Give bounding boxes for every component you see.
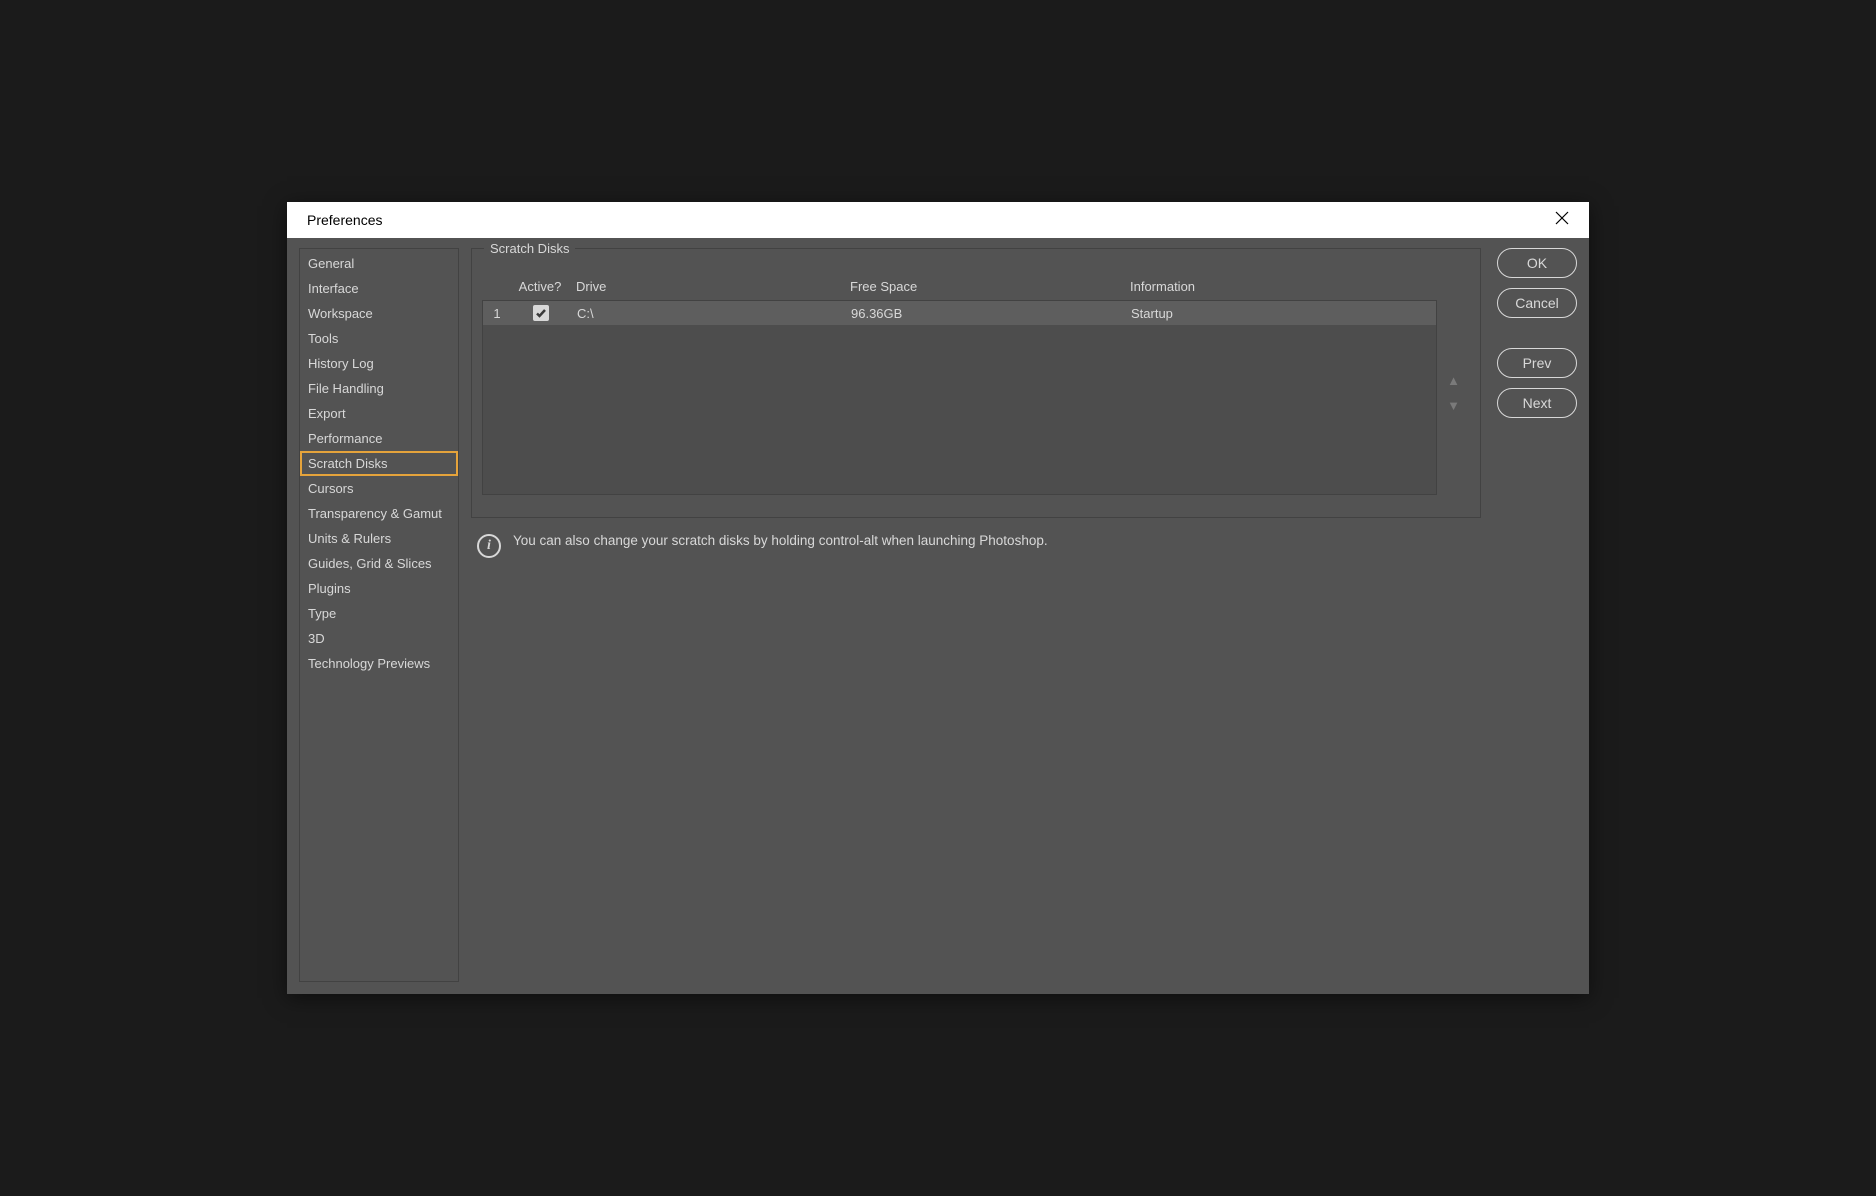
header-drive: Drive: [570, 279, 850, 294]
header-active: Active?: [510, 279, 570, 294]
preferences-sidebar: General Interface Workspace Tools Histor…: [299, 248, 459, 982]
main-content: Scratch Disks Active? Drive Free Space I…: [471, 248, 1485, 982]
hint-row: i You can also change your scratch disks…: [471, 518, 1481, 558]
row-index: 1: [483, 306, 511, 321]
reorder-arrows: ▲ ▼: [1437, 279, 1470, 507]
close-icon: [1555, 211, 1569, 225]
sidebar-item-cursors[interactable]: Cursors: [300, 476, 458, 501]
preferences-dialog: Preferences General Interface Workspace …: [287, 202, 1589, 994]
sidebar-item-export[interactable]: Export: [300, 401, 458, 426]
fieldset-title: Scratch Disks: [484, 241, 575, 256]
scratch-disks-table: Active? Drive Free Space Information 1: [482, 279, 1437, 507]
sidebar-item-units-rulers[interactable]: Units & Rulers: [300, 526, 458, 551]
header-index: [482, 279, 510, 294]
move-up-button[interactable]: ▲: [1447, 373, 1460, 388]
prev-button[interactable]: Prev: [1497, 348, 1577, 378]
checkmark-icon: [535, 307, 547, 319]
info-icon: i: [477, 534, 501, 558]
header-freespace: Free Space: [850, 279, 1130, 294]
button-column: OK Cancel Prev Next: [1497, 248, 1577, 982]
table-row[interactable]: 1 C:\ 96.36GB Startup: [483, 301, 1436, 325]
table-header: Active? Drive Free Space Information: [482, 279, 1437, 300]
close-button[interactable]: [1547, 207, 1577, 234]
sidebar-item-3d[interactable]: 3D: [300, 626, 458, 651]
sidebar-item-interface[interactable]: Interface: [300, 276, 458, 301]
cancel-button[interactable]: Cancel: [1497, 288, 1577, 318]
scratch-disks-fieldset: Scratch Disks Active? Drive Free Space I…: [471, 248, 1481, 518]
sidebar-item-performance[interactable]: Performance: [300, 426, 458, 451]
sidebar-item-type[interactable]: Type: [300, 601, 458, 626]
dialog-title: Preferences: [307, 212, 382, 228]
hint-text: You can also change your scratch disks b…: [513, 532, 1048, 551]
sidebar-item-history-log[interactable]: History Log: [300, 351, 458, 376]
row-freespace: 96.36GB: [851, 306, 1131, 321]
row-active-cell: [511, 305, 571, 321]
dialog-titlebar: Preferences: [287, 202, 1589, 238]
sidebar-item-technology-previews[interactable]: Technology Previews: [300, 651, 458, 676]
row-drive: C:\: [571, 306, 851, 321]
sidebar-item-scratch-disks[interactable]: Scratch Disks: [300, 451, 458, 476]
row-information: Startup: [1131, 306, 1436, 321]
ok-button[interactable]: OK: [1497, 248, 1577, 278]
sidebar-item-guides-grid-slices[interactable]: Guides, Grid & Slices: [300, 551, 458, 576]
sidebar-item-general[interactable]: General: [300, 251, 458, 276]
sidebar-item-transparency-gamut[interactable]: Transparency & Gamut: [300, 501, 458, 526]
sidebar-item-plugins[interactable]: Plugins: [300, 576, 458, 601]
sidebar-item-tools[interactable]: Tools: [300, 326, 458, 351]
header-information: Information: [1130, 279, 1437, 294]
move-down-button[interactable]: ▼: [1447, 398, 1460, 413]
next-button[interactable]: Next: [1497, 388, 1577, 418]
dialog-body: General Interface Workspace Tools Histor…: [287, 238, 1589, 994]
active-checkbox[interactable]: [533, 305, 549, 321]
sidebar-item-file-handling[interactable]: File Handling: [300, 376, 458, 401]
table-rows-area: 1 C:\ 96.36GB Startup: [482, 300, 1437, 495]
sidebar-item-workspace[interactable]: Workspace: [300, 301, 458, 326]
